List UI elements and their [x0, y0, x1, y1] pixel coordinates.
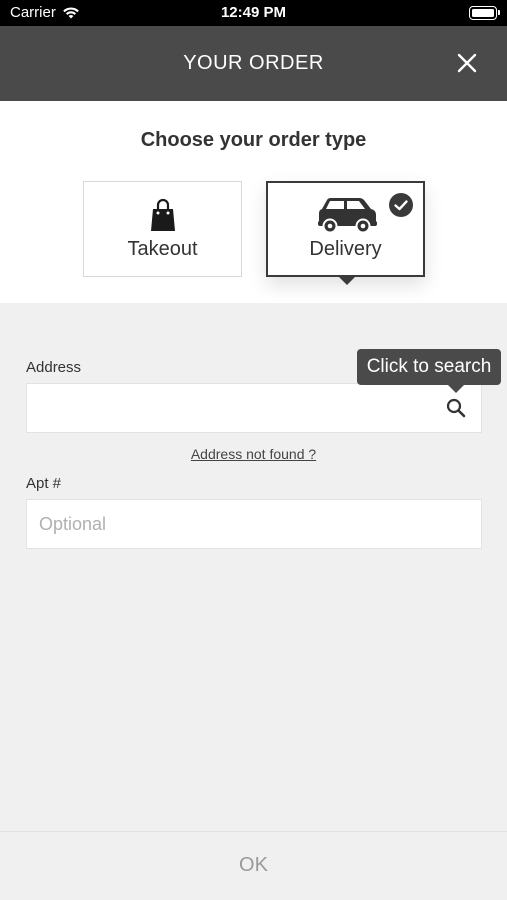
- header-bar: YOUR ORDER: [0, 26, 507, 101]
- car-icon: [318, 198, 377, 234]
- takeout-label: Takeout: [127, 238, 198, 260]
- delivery-option[interactable]: Delivery: [266, 181, 425, 285]
- apt-label: Apt #: [26, 475, 62, 492]
- status-bar: Carrier 12:49 PM: [0, 0, 507, 26]
- order-type-heading: Choose your order type: [140, 129, 367, 151]
- shopping-bag-icon: [151, 198, 175, 231]
- ok-button[interactable]: OK: [0, 854, 507, 877]
- close-icon[interactable]: [455, 51, 479, 75]
- footer-bar: OK: [0, 831, 507, 900]
- checkmark-icon: [389, 193, 413, 217]
- page-title: YOUR ORDER: [183, 52, 324, 74]
- takeout-option[interactable]: Takeout: [83, 181, 242, 277]
- search-icon[interactable]: [445, 397, 467, 419]
- order-type-section: Choose your order type Takeout Delivery: [0, 101, 507, 303]
- search-tooltip: Click to search: [357, 349, 501, 393]
- address-label: Address: [26, 359, 82, 376]
- apt-input[interactable]: [26, 499, 482, 549]
- selection-pointer: [339, 277, 355, 285]
- delivery-label: Delivery: [309, 238, 382, 260]
- address-not-found-link[interactable]: Address not found ?: [0, 446, 507, 462]
- clock: 12:49 PM: [220, 4, 287, 21]
- address-input[interactable]: [26, 383, 482, 433]
- battery-icon: [469, 6, 500, 20]
